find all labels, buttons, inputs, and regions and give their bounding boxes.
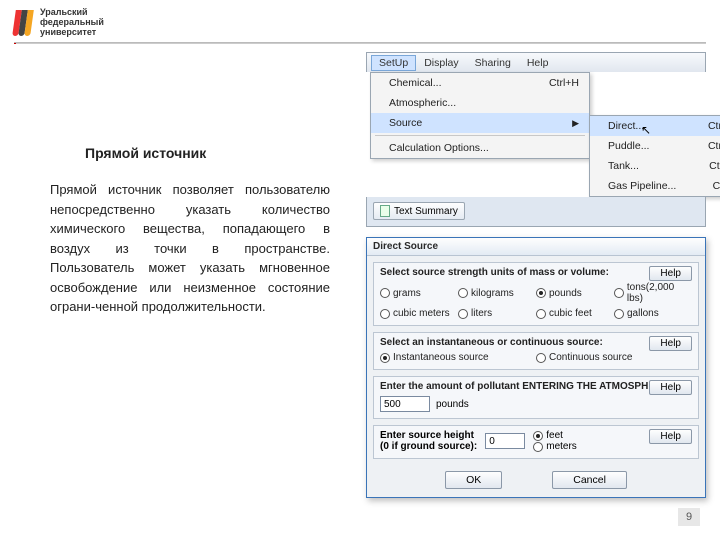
header-rule xyxy=(14,42,706,44)
radio-kilograms[interactable]: kilograms xyxy=(458,282,536,304)
radio-continuous[interactable]: Continuous source xyxy=(536,352,692,363)
text-summary-button[interactable]: Text Summary xyxy=(373,202,465,220)
document-icon xyxy=(380,205,390,217)
group-source-type: Select an instantaneous or continuous so… xyxy=(373,332,699,370)
submenu-arrow-icon: ▶ xyxy=(572,118,579,129)
help-button-1[interactable]: Help xyxy=(649,266,692,281)
help-button-3[interactable]: Help xyxy=(649,380,692,395)
menu-display[interactable]: Display xyxy=(416,55,466,71)
height-label-1: Enter source height xyxy=(380,430,477,441)
menu-item-source[interactable]: Source▶ xyxy=(371,113,589,133)
menu-setup[interactable]: SetUp xyxy=(371,55,416,71)
direct-source-dialog: Direct Source Select source strength uni… xyxy=(366,237,706,498)
amount-unit: pounds xyxy=(436,399,469,410)
menu-item-chemical[interactable]: Chemical...Ctrl+H xyxy=(371,73,589,93)
radio-cubic-meters[interactable]: cubic meters xyxy=(380,308,458,319)
submenu-gas-pipeline[interactable]: Gas Pipeline...Ctrl+I xyxy=(590,176,720,196)
help-button-2[interactable]: Help xyxy=(649,336,692,351)
slide-title: Прямой источник xyxy=(85,145,206,161)
amount-input[interactable] xyxy=(380,396,430,412)
page-number: 9 xyxy=(678,508,700,526)
height-label-2: (0 if ground source): xyxy=(380,441,477,452)
submenu-puddle[interactable]: Puddle...Ctrl+U xyxy=(590,136,720,156)
source-submenu: Direct...Ctrl+D Puddle...Ctrl+U Tank...C… xyxy=(589,115,720,197)
group-amount-label: Enter the amount of pollutant ENTERING T… xyxy=(380,381,692,392)
group-height: Enter source height (0 if ground source)… xyxy=(373,425,699,459)
institution-logo: Уральский федеральный университет xyxy=(14,8,104,38)
cancel-button[interactable]: Cancel xyxy=(552,471,627,489)
menu-item-calc-options[interactable]: Calculation Options... xyxy=(371,138,589,158)
radio-feet[interactable]: feet xyxy=(533,430,577,441)
menu-item-atmospheric[interactable]: Atmospheric... xyxy=(371,93,589,113)
submenu-tank[interactable]: Tank...Ctrl+T xyxy=(590,156,720,176)
menu-help[interactable]: Help xyxy=(519,55,557,71)
radio-pounds[interactable]: pounds xyxy=(536,282,614,304)
height-input[interactable] xyxy=(485,433,525,449)
radio-tons[interactable]: tons(2,000 lbs) xyxy=(614,282,692,304)
cursor-icon: ↖ xyxy=(641,123,651,137)
group-source-type-label: Select an instantaneous or continuous so… xyxy=(380,337,692,348)
logo-mark-icon xyxy=(14,10,34,36)
radio-cubic-feet[interactable]: cubic feet xyxy=(536,308,614,319)
radio-grams[interactable]: grams xyxy=(380,282,458,304)
radio-gallons[interactable]: gallons xyxy=(614,308,692,319)
radio-meters[interactable]: meters xyxy=(533,441,577,452)
app-menubar[interactable]: SetUp Display Sharing Help xyxy=(366,52,706,72)
logo-text: Уральский федеральный университет xyxy=(40,8,104,38)
radio-liters[interactable]: liters xyxy=(458,308,536,319)
help-button-4[interactable]: Help xyxy=(649,429,692,444)
submenu-direct[interactable]: Direct...Ctrl+D xyxy=(590,116,720,136)
toolbar-area: Text Summary xyxy=(366,197,706,227)
dialog-title: Direct Source xyxy=(367,238,705,256)
setup-menu-dropdown: Chemical...Ctrl+H Atmospheric... Source▶… xyxy=(370,72,590,159)
radio-instantaneous[interactable]: Instantaneous source xyxy=(380,352,536,363)
ok-button[interactable]: OK xyxy=(445,471,502,489)
group-units: Select source strength units of mass or … xyxy=(373,262,699,326)
group-units-label: Select source strength units of mass or … xyxy=(380,267,692,278)
slide-body-text: Прямой источник позволяет пользователю н… xyxy=(50,180,330,317)
menu-sharing[interactable]: Sharing xyxy=(467,55,519,71)
group-amount: Enter the amount of pollutant ENTERING T… xyxy=(373,376,699,419)
menu-separator xyxy=(375,135,585,136)
